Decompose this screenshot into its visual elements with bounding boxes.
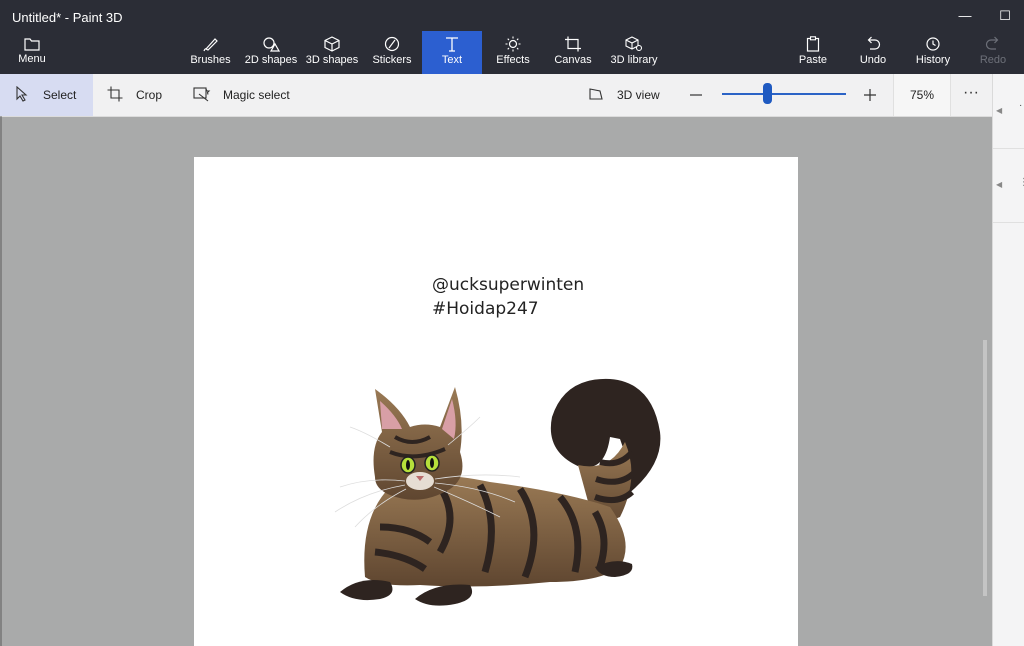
window-edge: [0, 116, 2, 646]
history-button[interactable]: History: [913, 31, 953, 74]
action-label: History: [915, 54, 951, 66]
window-title: Untitled* - Paint 3D: [12, 10, 123, 25]
crop-label: Crop: [136, 88, 163, 102]
text-options-bar: Select Crop Magic select 3D view: [0, 74, 1024, 117]
magic-select-icon: [193, 87, 211, 102]
canvas-text-line[interactable]: #Hoidap247: [432, 299, 539, 319]
magic-select-label: Magic select: [223, 88, 290, 102]
expand-arrow-icon[interactable]: ◀: [996, 180, 1002, 189]
action-label: Paste: [798, 54, 828, 66]
menu-button[interactable]: Menu: [8, 33, 56, 73]
tool-3d-shapes[interactable]: 3D shapes: [305, 31, 359, 74]
undo-icon: [867, 36, 881, 50]
panel-glyph: ⋮: [1019, 177, 1024, 188]
tool-text[interactable]: Text: [422, 31, 482, 74]
cat-sticker[interactable]: [320, 377, 680, 617]
panel-glyph: ·: [1019, 100, 1023, 111]
tool-label: Brushes: [190, 54, 231, 66]
tool-2d-shapes[interactable]: 2D shapes: [243, 31, 299, 74]
brush-icon: [202, 38, 218, 52]
3d-library-icon: [625, 36, 643, 52]
expand-arrow-icon[interactable]: ◀: [996, 106, 1002, 115]
zoom-level[interactable]: 75%: [893, 74, 951, 116]
zoom-out-icon[interactable]: [688, 87, 704, 103]
panel-divider: [993, 148, 1024, 149]
maximize-button[interactable]: ☐: [985, 4, 1024, 28]
crop-icon: [107, 86, 123, 102]
magic-select-button[interactable]: Magic select: [192, 74, 292, 116]
more-options-button[interactable]: ···: [958, 74, 984, 116]
drawing-canvas[interactable]: @ucksuperwinten #Hoidap247: [194, 157, 798, 646]
tool-3d-library[interactable]: 3D library: [606, 31, 662, 74]
paste-icon: [806, 36, 820, 52]
panel-divider: [993, 222, 1024, 223]
paste-button[interactable]: Paste: [796, 31, 830, 74]
3d-shapes-icon: [324, 36, 340, 52]
tool-effects[interactable]: Effects: [492, 31, 534, 74]
effects-icon: [505, 36, 521, 52]
redo-button[interactable]: Redo: [976, 31, 1010, 74]
action-label: Undo: [859, 54, 887, 66]
tool-label: 3D library: [610, 54, 658, 66]
2d-shapes-icon: [263, 37, 280, 52]
zoom-slider-track[interactable]: [722, 93, 846, 95]
stickers-icon: [384, 36, 400, 52]
zoom-slider-thumb[interactable]: [763, 83, 772, 104]
tool-label: 3D shapes: [305, 54, 359, 66]
menu-label: Menu: [18, 53, 46, 65]
tool-label: 2D shapes: [244, 54, 298, 66]
history-icon: [926, 37, 940, 51]
crop-button[interactable]: Crop: [105, 74, 165, 116]
3d-view-label: 3D view: [617, 88, 660, 102]
tool-label: Effects: [496, 54, 530, 66]
cursor-icon: [16, 86, 28, 102]
side-panel: ◀ · ◀ ⋮: [992, 74, 1024, 646]
select-button[interactable]: Select: [0, 74, 93, 116]
tool-label: Text: [441, 54, 463, 66]
redo-icon: [985, 36, 999, 50]
3d-view-icon: [589, 88, 603, 100]
select-label: Select: [43, 88, 77, 102]
undo-button[interactable]: Undo: [856, 31, 890, 74]
text-icon: [446, 37, 458, 52]
tool-canvas[interactable]: Canvas: [551, 31, 595, 74]
canvas-icon: [565, 36, 581, 52]
tool-label: Canvas: [554, 54, 592, 66]
zoom-in-icon[interactable]: [862, 87, 878, 103]
minimize-button[interactable]: —: [945, 4, 985, 28]
folder-icon: [24, 38, 40, 51]
3d-view-button[interactable]: 3D view: [587, 74, 667, 116]
vertical-scrollbar[interactable]: [983, 340, 987, 596]
tool-stickers[interactable]: Stickers: [370, 31, 414, 74]
tool-label: Stickers: [372, 54, 412, 66]
action-label: Redo: [979, 54, 1007, 66]
tool-brushes[interactable]: Brushes: [188, 31, 233, 74]
titlebar: Untitled* - Paint 3D — ☐ Menu Brushes 2D…: [0, 0, 1024, 74]
canvas-text-line[interactable]: @ucksuperwinten: [432, 275, 584, 295]
